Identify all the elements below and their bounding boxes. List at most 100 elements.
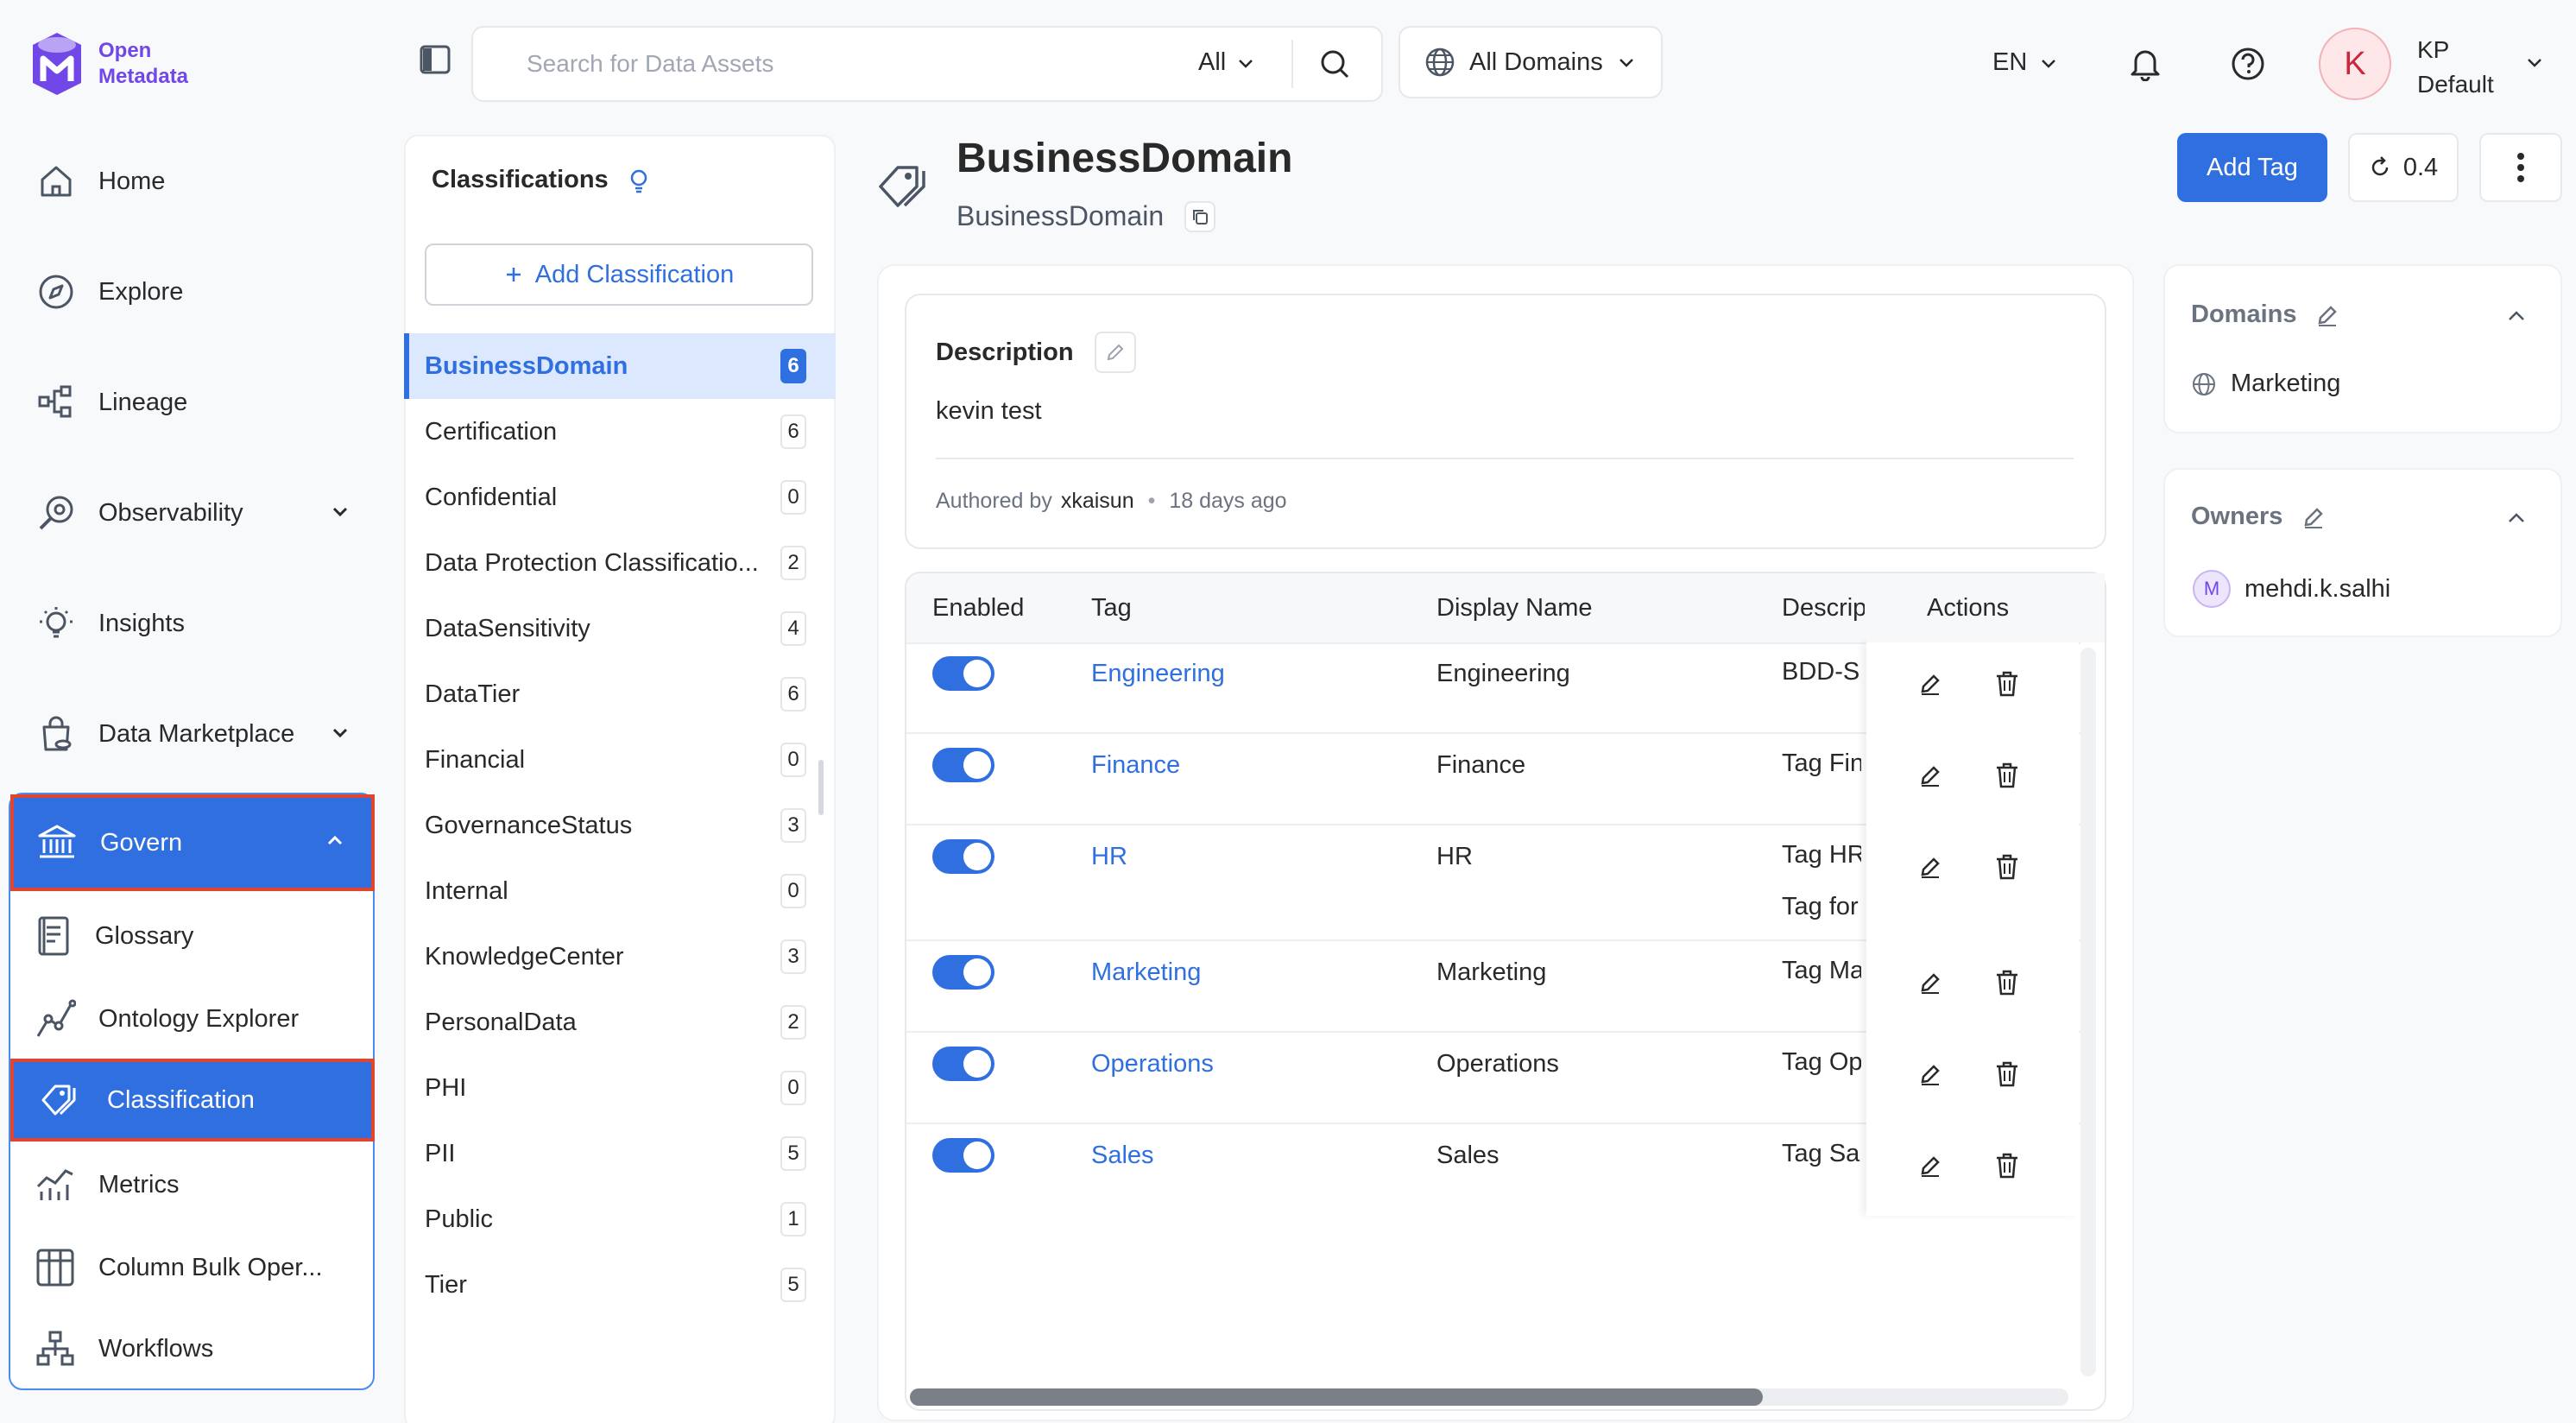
sidebar-item-column-bulk-operations[interactable]: Column Bulk Oper... (35, 1233, 363, 1302)
sidebar-toggle-icon[interactable] (420, 45, 451, 74)
enabled-toggle[interactable] (932, 748, 994, 782)
avatar[interactable]: K (2319, 28, 2391, 100)
edit-domains-icon[interactable] (2315, 303, 2339, 327)
classification-item-datasensitivity[interactable]: DataSensitivity 4 (404, 596, 836, 661)
sidebar-item-metrics[interactable]: Metrics (35, 1150, 363, 1219)
help-icon[interactable] (2231, 47, 2265, 81)
column-header-description[interactable]: Descrip (1782, 594, 1865, 623)
classification-item-certification[interactable]: Certification 6 (404, 399, 836, 465)
add-classification-button[interactable]: Add Classification (425, 243, 813, 306)
tag-display-name: Engineering (1436, 660, 1570, 687)
owner-item[interactable]: M mehdi.k.salhi (2193, 570, 2390, 608)
classification-item-financial[interactable]: Financial 0 (404, 727, 836, 793)
edit-owners-icon[interactable] (2301, 505, 2326, 529)
sidebar-item-observability[interactable]: Observability (35, 485, 363, 541)
owner-name: mehdi.k.salhi (2245, 574, 2391, 603)
classification-item-tier[interactable]: Tier 5 (404, 1252, 836, 1318)
classification-item-governancestatus[interactable]: GovernanceStatus 3 (404, 793, 836, 858)
version-button[interactable]: 0.4 (2348, 133, 2459, 202)
bell-icon[interactable] (2129, 47, 2162, 81)
search-icon[interactable] (1319, 48, 1350, 79)
sidebar-item-ontology-explorer[interactable]: Ontology Explorer (35, 984, 363, 1053)
sidebar-item-home[interactable]: Home (35, 154, 363, 209)
sidebar-item-govern[interactable]: Govern (10, 794, 375, 891)
classification-list-scrollbar[interactable] (818, 760, 824, 815)
chevron-up-icon[interactable] (2505, 306, 2528, 326)
search-scope-select[interactable]: All (1198, 48, 1255, 77)
tag-link[interactable]: Engineering (1091, 660, 1225, 688)
edit-tag-icon[interactable] (1918, 1154, 1942, 1178)
user-menu[interactable]: KP Default (2417, 33, 2494, 102)
edit-tag-icon[interactable] (1918, 855, 1942, 879)
classification-item-internal[interactable]: Internal 0 (404, 858, 836, 924)
classification-name: Public (425, 1205, 493, 1233)
sidebar-item-lineage[interactable]: Lineage (35, 375, 363, 430)
enabled-toggle[interactable] (932, 839, 994, 874)
chevron-up-icon[interactable] (2505, 508, 2528, 528)
info-bulb-icon[interactable] (628, 168, 650, 193)
sidebar-item-insights[interactable]: Insights (35, 596, 363, 651)
enabled-toggle[interactable] (932, 656, 994, 691)
classification-item-phi[interactable]: PHI 0 (404, 1055, 836, 1121)
edit-tag-icon[interactable] (1918, 1062, 1942, 1086)
tag-link[interactable]: Marketing (1091, 958, 1201, 987)
tag-link[interactable]: Sales (1091, 1142, 1154, 1170)
classification-item-confidential[interactable]: Confidential 0 (404, 465, 836, 530)
chevron-down-icon[interactable] (2524, 52, 2545, 73)
tag-description: Tag Ma (1782, 957, 1861, 984)
domain-name: Marketing (2231, 370, 2341, 397)
search-input[interactable]: Search for Data Assets (527, 50, 773, 78)
edit-description-icon[interactable] (1094, 332, 1136, 373)
edit-tag-icon[interactable] (1918, 763, 1942, 787)
classification-item-pii[interactable]: PII 5 (404, 1121, 836, 1186)
delete-tag-icon[interactable] (1994, 1060, 2020, 1088)
classification-item-data-protection[interactable]: Data Protection Classificatio... 2 (404, 530, 836, 596)
owners-title: Owners (2191, 503, 2283, 530)
table-vertical-scrollbar[interactable] (2080, 648, 2096, 1376)
tag-link[interactable]: Finance (1091, 751, 1180, 780)
classification-item-businessdomain[interactable]: BusinessDomain 6 (404, 333, 836, 399)
authored-time: 18 days ago (1169, 489, 1287, 513)
tag-link[interactable]: Operations (1091, 1050, 1214, 1078)
description-meta: Authored by xkaisun • 18 days ago (936, 489, 1287, 514)
delete-tag-icon[interactable] (1994, 1152, 2020, 1180)
classification-item-datatier[interactable]: DataTier 6 (404, 661, 836, 727)
classification-item-public[interactable]: Public 1 (404, 1186, 836, 1252)
add-tag-button[interactable]: Add Tag (2177, 133, 2327, 202)
classification-item-knowledgecenter[interactable]: KnowledgeCenter 3 (404, 924, 836, 990)
classification-item-personaldata[interactable]: PersonalData 2 (404, 990, 836, 1055)
delete-tag-icon[interactable] (1994, 853, 2020, 881)
enabled-toggle[interactable] (932, 1138, 994, 1173)
tag-description: Tag HR (1782, 841, 1861, 869)
sidebar-item-workflows[interactable]: Workflows (35, 1314, 363, 1383)
author-name[interactable]: xkaisun (1061, 489, 1134, 514)
sidebar-item-classification[interactable]: Classification (10, 1059, 375, 1142)
chevron-down-icon (330, 501, 350, 522)
table-horizontal-scroll-thumb[interactable] (910, 1388, 1763, 1406)
domains-select[interactable]: All Domains (1398, 26, 1663, 98)
classification-name: Financial (425, 745, 526, 774)
sidebar-item-explore[interactable]: Explore (35, 264, 363, 319)
tag-link[interactable]: HR (1091, 843, 1127, 871)
enabled-toggle[interactable] (932, 955, 994, 990)
delete-tag-icon[interactable] (1994, 762, 2020, 789)
edit-tag-icon[interactable] (1918, 672, 1942, 696)
openmetadata-logo[interactable]: Open Metadata (28, 28, 200, 100)
authored-by-label: Authored by (936, 489, 1052, 513)
edit-tag-icon[interactable] (1918, 971, 1942, 995)
sidebar-item-data-marketplace[interactable]: Data Marketplace (35, 706, 363, 762)
column-header-tag[interactable]: Tag (1091, 594, 1132, 623)
globe-icon (1424, 47, 1455, 78)
language-select[interactable]: EN (1992, 48, 2058, 77)
sidebar-item-glossary[interactable]: Glossary (35, 901, 363, 971)
column-header-enabled[interactable]: Enabled (932, 594, 1024, 623)
copy-icon[interactable] (1184, 200, 1216, 232)
owners-header: Owners (2191, 503, 2326, 531)
classification-count: 4 (780, 611, 806, 646)
delete-tag-icon[interactable] (1994, 969, 2020, 996)
delete-tag-icon[interactable] (1994, 670, 2020, 698)
more-options-button[interactable] (2479, 133, 2562, 202)
column-header-display-name[interactable]: Display Name (1436, 594, 1593, 623)
domain-item[interactable]: Marketing (2191, 370, 2340, 398)
enabled-toggle[interactable] (932, 1047, 994, 1081)
